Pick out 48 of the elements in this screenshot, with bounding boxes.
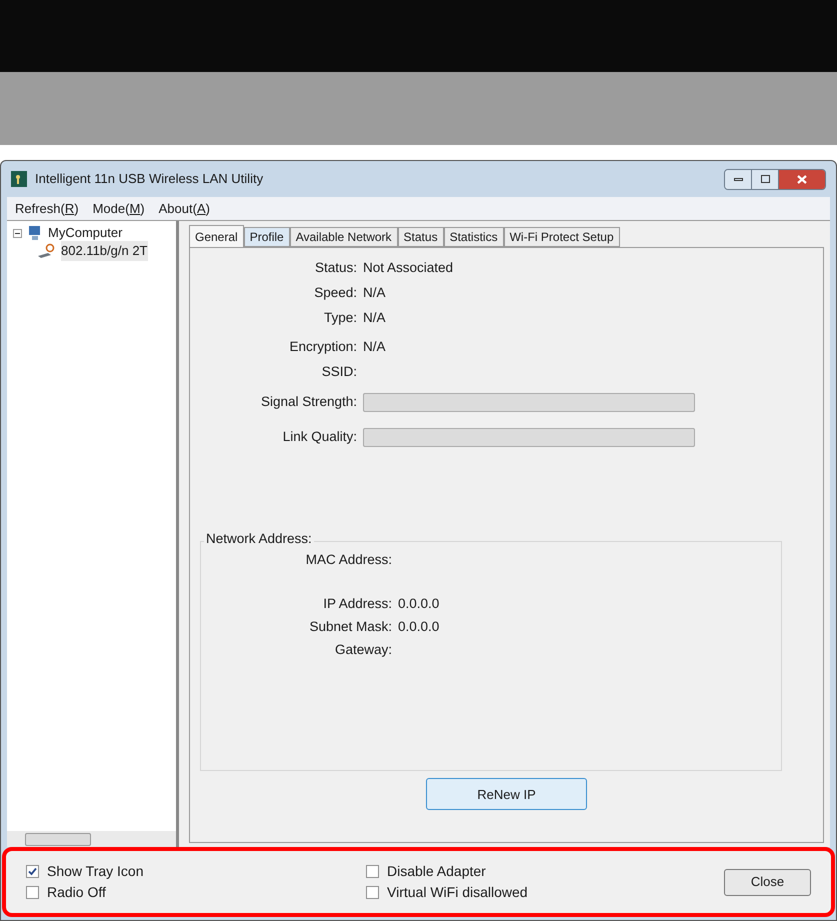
field-value: N/A (363, 284, 386, 302)
checkbox-label: Disable Adapter (387, 862, 486, 881)
field-value: N/A (363, 309, 386, 328)
close-icon (797, 174, 807, 184)
field-value: 0.0.0.0 (398, 594, 440, 613)
tree-item[interactable]: 802.11b/g/n 2T (61, 241, 148, 261)
window-title: Intelligent 11n USB Wireless LAN Utility (35, 170, 264, 188)
menu-item[interactable]: About(A) (158, 198, 210, 218)
tab[interactable]: Status (398, 227, 444, 247)
tab[interactable]: Profile (244, 227, 290, 247)
field-label: Encryption: (288, 338, 358, 356)
field-label: Speed: (313, 284, 358, 302)
checkbox[interactable] (26, 886, 39, 899)
tab[interactable]: Statistics (444, 227, 504, 247)
close-button[interactable]: Close (724, 868, 811, 896)
check-icon (28, 867, 37, 876)
menu-item[interactable]: Mode(M) (92, 198, 145, 218)
maximize-button[interactable] (752, 170, 779, 188)
tab[interactable]: General (189, 225, 244, 247)
meter-label: Signal Strength: (260, 393, 358, 412)
field-value: Not Associated (363, 259, 454, 278)
field-label: Type: (322, 309, 358, 328)
horizontal-scrollbar[interactable] (7, 831, 176, 847)
field-label: Gateway: (334, 640, 393, 659)
field-label: SSID: (320, 363, 358, 382)
field-label: Status: (314, 259, 358, 278)
field-label: IP Address: (322, 594, 393, 613)
tab[interactable]: Available Network (290, 227, 398, 247)
renew-ip-button[interactable]: ReNew IP (426, 778, 587, 810)
checkbox-label: Show Tray Icon (47, 862, 144, 881)
app-icon (11, 171, 27, 187)
scroll-thumb[interactable] (25, 832, 91, 846)
checkbox[interactable] (366, 865, 379, 878)
checkbox[interactable] (366, 886, 379, 899)
close-window-button[interactable] (779, 170, 825, 188)
checkbox-label: Radio Off (47, 883, 106, 902)
collapse-icon[interactable] (13, 228, 22, 238)
meter-label: Link Quality: (282, 428, 358, 446)
tab[interactable]: Wi-Fi Protect Setup (504, 227, 620, 247)
minimize-button[interactable] (725, 170, 752, 188)
checkbox[interactable] (26, 865, 39, 878)
field-label: Subnet Mask: (308, 618, 393, 636)
checkbox-label: Virtual WiFi disallowed (387, 883, 528, 902)
field-value: 0.0.0.0 (398, 618, 440, 636)
tree-item[interactable]: MyComputer (48, 223, 122, 243)
field-value: N/A (363, 338, 386, 356)
menu-item[interactable]: Refresh(R) (15, 198, 79, 218)
field-label: MAC Address: (304, 550, 393, 569)
